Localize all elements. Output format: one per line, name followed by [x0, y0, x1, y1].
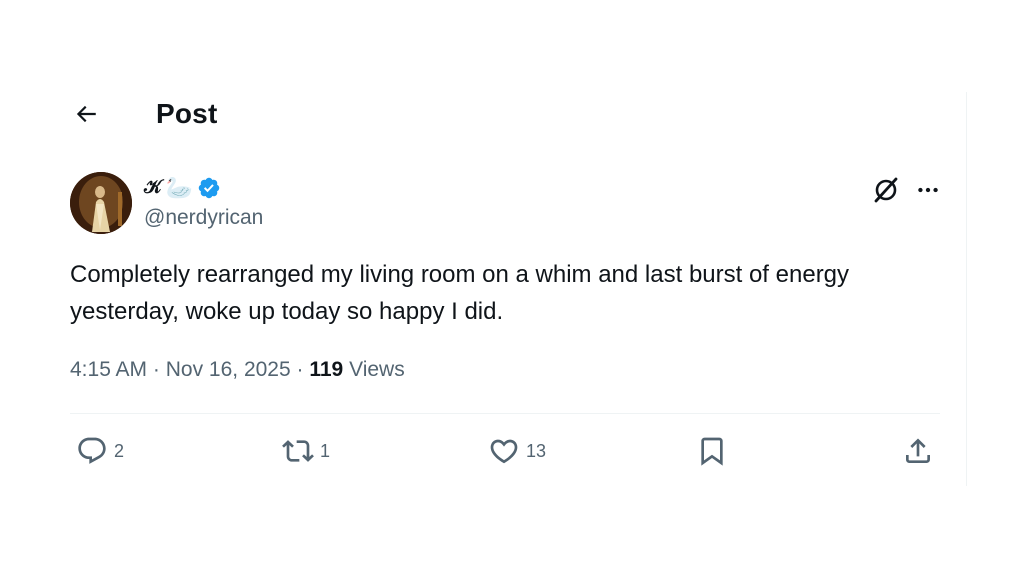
divider	[70, 413, 940, 414]
views-count: 119	[309, 358, 344, 381]
action-bar: 2 1 13	[70, 428, 940, 474]
arrow-left-icon	[76, 105, 96, 123]
like-count: 13	[526, 440, 547, 461]
repost-count: 1	[320, 440, 331, 461]
avatar[interactable]	[70, 172, 132, 234]
verified-badge-icon	[198, 177, 220, 199]
more-horizontal-icon	[918, 187, 938, 193]
author-name-row[interactable]: 𝒦 🦢	[144, 174, 221, 202]
share-button[interactable]	[902, 428, 934, 474]
reply-button[interactable]: 2	[76, 428, 124, 474]
reply-icon	[78, 437, 106, 464]
author-handle[interactable]: @nerdyrican	[144, 206, 263, 230]
tweet-time[interactable]: 4:15 AM	[70, 358, 147, 381]
post-detail-panel: Post 𝒦 🦢 @nerdyrican Completely rearrang…	[0, 0, 966, 486]
heart-icon	[490, 439, 518, 464]
bookmark-icon	[701, 437, 723, 466]
back-button[interactable]	[66, 96, 106, 132]
views-label: Views	[349, 358, 405, 381]
repost-icon	[282, 440, 314, 462]
grok-icon	[874, 177, 898, 203]
column-border	[966, 92, 967, 486]
grok-button[interactable]	[870, 174, 902, 206]
page-title: Post	[156, 98, 218, 129]
share-icon	[906, 438, 930, 463]
more-button[interactable]	[912, 174, 944, 206]
post-header: Post	[0, 86, 966, 142]
meta-separator: ·	[147, 358, 166, 381]
tweet-text: Completely rearranged my living room on …	[70, 261, 850, 325]
tweet-meta: 4:15 AM · Nov 16, 2025 · 119 Views	[70, 358, 405, 382]
author-display-name[interactable]: 𝒦	[144, 177, 162, 199]
meta-separator: ·	[290, 358, 310, 381]
bookmark-button[interactable]	[696, 428, 728, 474]
like-button[interactable]: 13	[488, 428, 546, 474]
repost-button[interactable]: 1	[282, 428, 330, 474]
swan-emoji: 🦢	[165, 175, 194, 200]
reply-count: 2	[114, 440, 125, 461]
tweet-date[interactable]: Nov 16, 2025	[166, 358, 291, 381]
